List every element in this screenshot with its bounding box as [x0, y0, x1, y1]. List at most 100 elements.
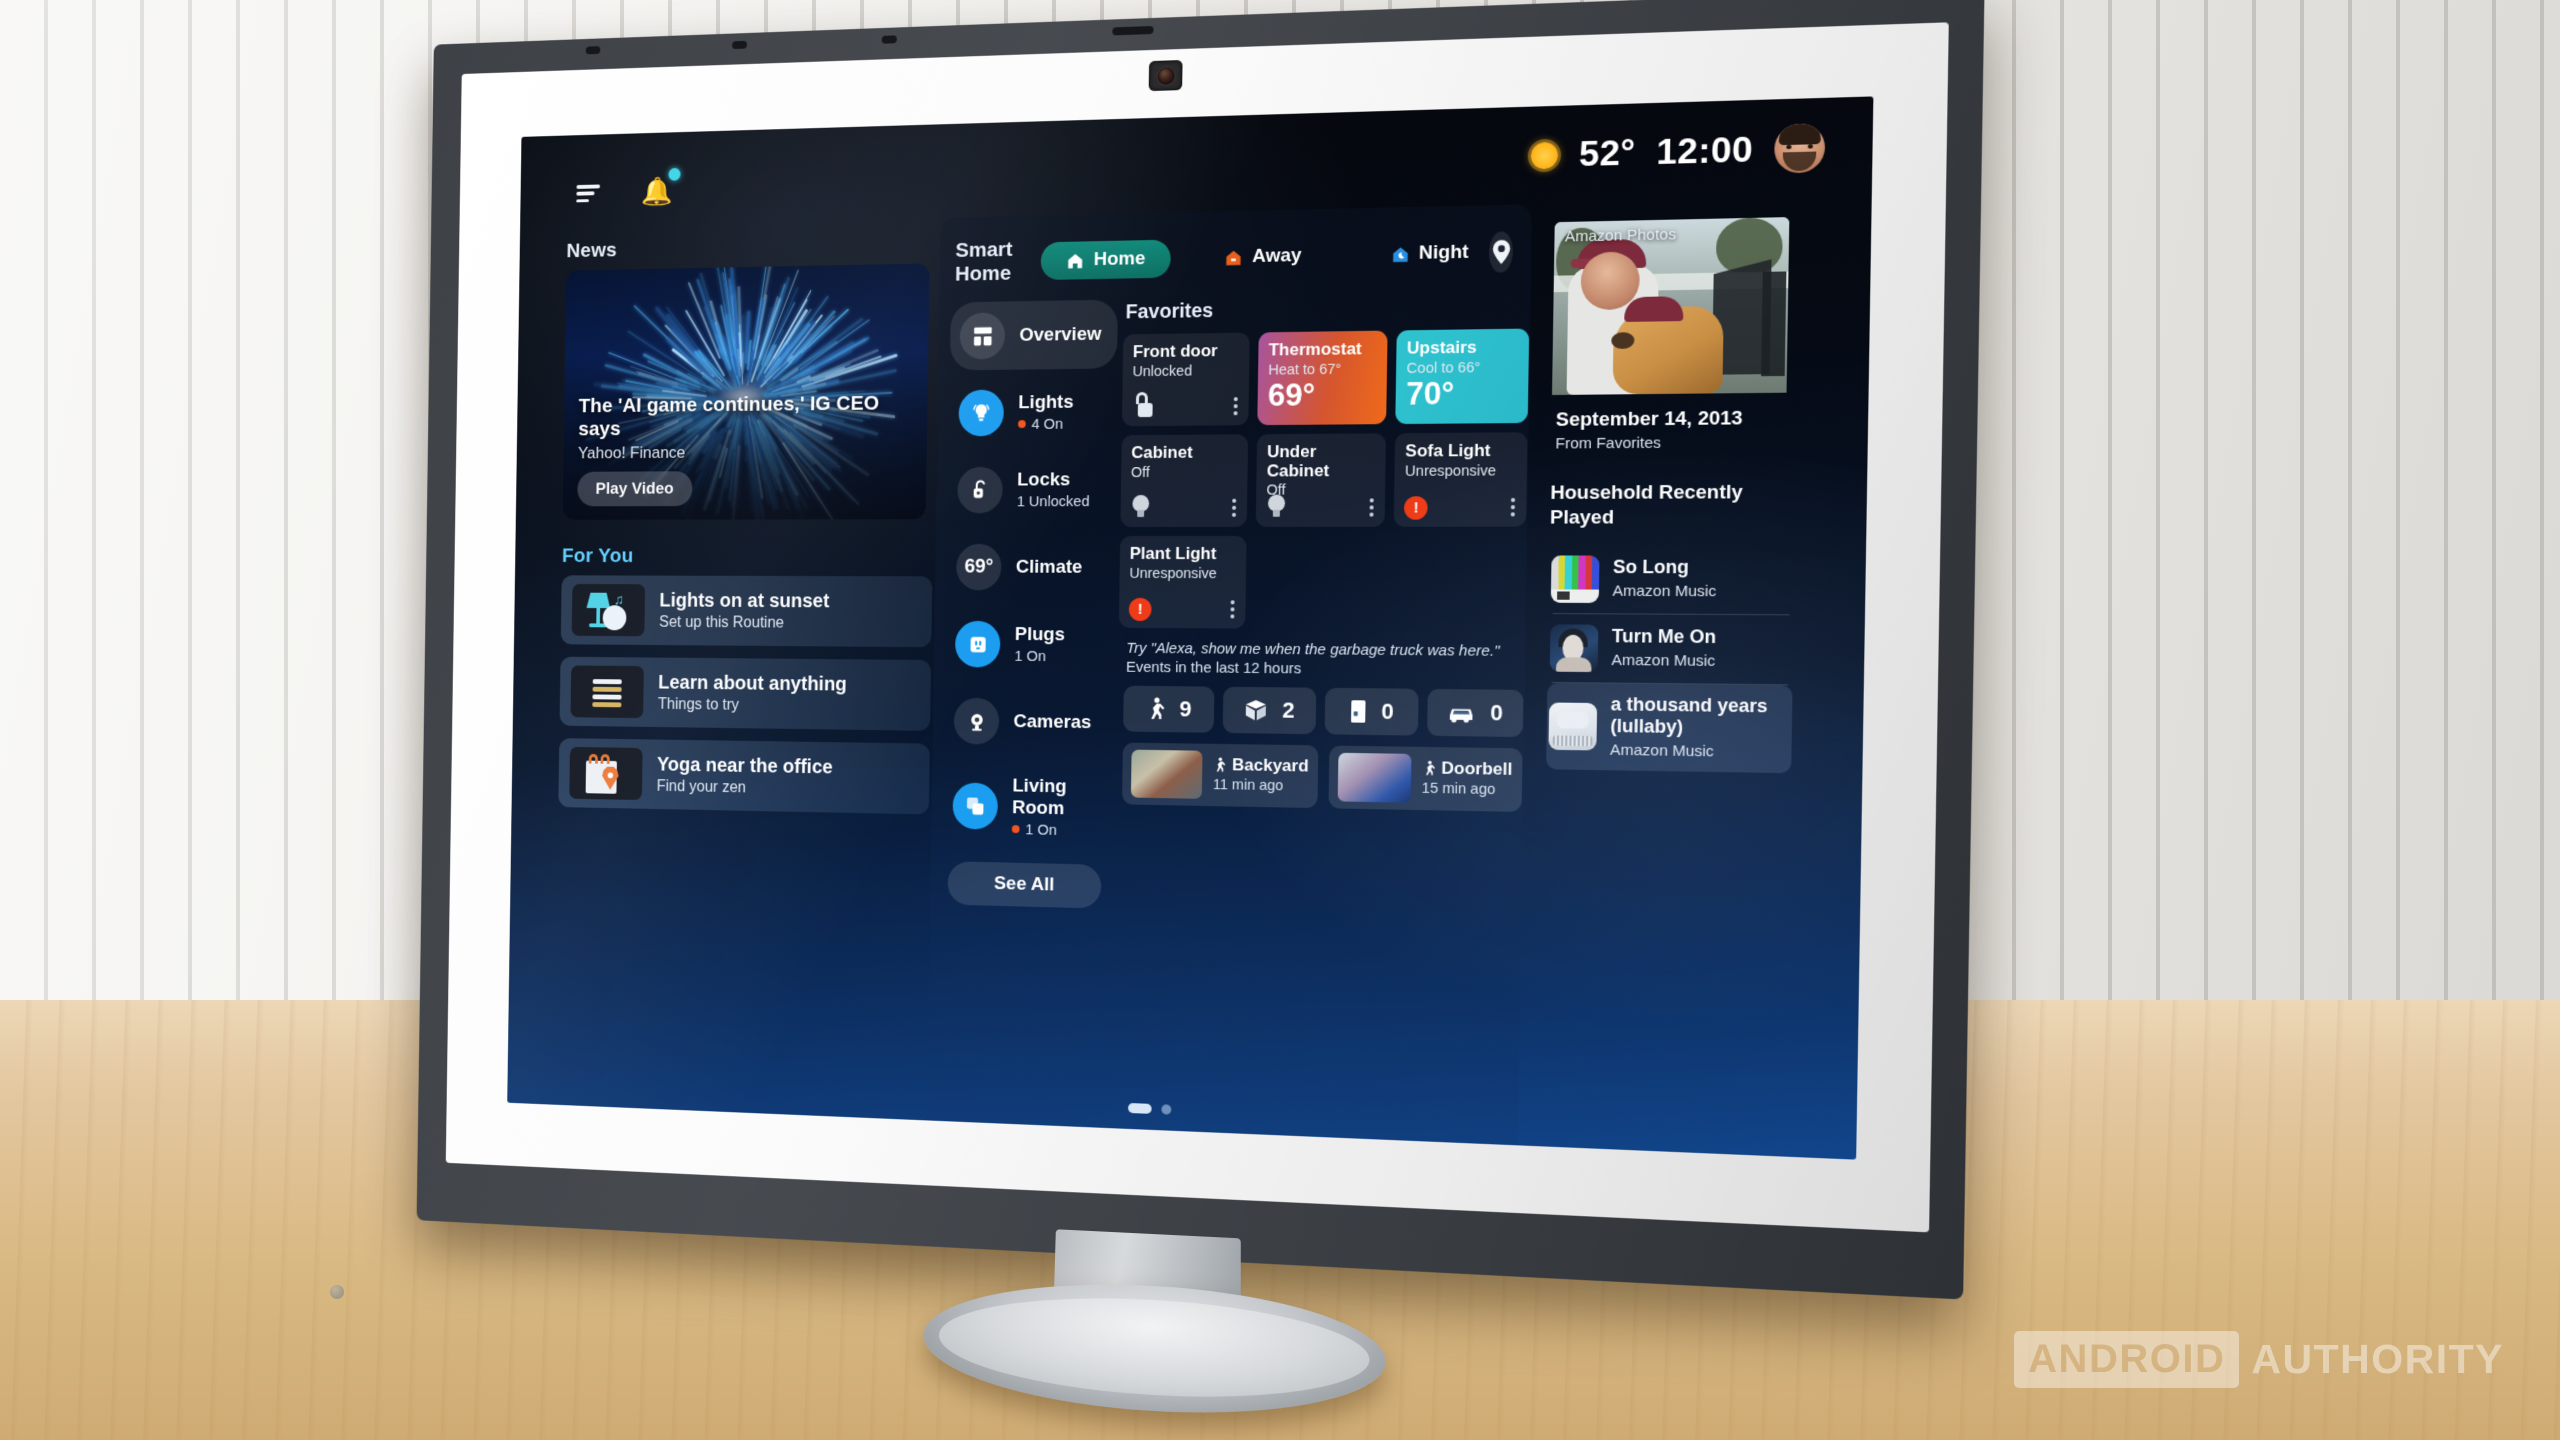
bell-icon[interactable]: 🔔: [636, 169, 679, 214]
list-item[interactable]: Turn Me On Amazon Music: [1547, 614, 1793, 684]
photos-source-label: Amazon Photos: [1565, 226, 1676, 246]
track-title: a thousand years (lullaby): [1610, 693, 1784, 740]
more-options-icon[interactable]: [1510, 498, 1514, 516]
sidebar-item-cameras[interactable]: Cameras: [944, 687, 1112, 758]
play-video-button[interactable]: Play Video: [577, 471, 692, 506]
sidebar-item-climate[interactable]: 69° Climate: [946, 533, 1114, 602]
page-indicator[interactable]: [1128, 1103, 1171, 1115]
event-count: 9: [1179, 696, 1191, 722]
track-title: Turn Me On: [1612, 626, 1717, 649]
mode-night-button[interactable]: Night: [1384, 233, 1475, 274]
list-item[interactable]: ♫ Lights on at sunset Set up this Routin…: [561, 575, 933, 647]
event-count: 2: [1282, 697, 1295, 723]
sidebar-item-label: Lights: [1018, 392, 1073, 413]
package-icon: [1244, 699, 1268, 721]
track-source: Amazon Music: [1610, 741, 1783, 762]
avatar[interactable]: [1774, 123, 1825, 174]
hamburger-menu-icon[interactable]: [567, 171, 609, 216]
album-art-echo-device: [1548, 702, 1597, 750]
sidebar-item-lights[interactable]: Lights 4 On: [949, 377, 1117, 447]
list-item[interactable]: a thousand years (lullaby) Amazon Music: [1546, 682, 1792, 772]
event-chip-door[interactable]: 0: [1324, 687, 1418, 735]
device-card-sofa-light[interactable]: Sofa Light Unresponsive !: [1394, 432, 1527, 527]
list-item-title: Learn about anything: [658, 672, 847, 695]
person-icon: [1146, 696, 1166, 720]
more-options-icon[interactable]: [1231, 600, 1235, 618]
camera-icon: [954, 698, 1000, 745]
favorites-area: Favorites Front door Unlocked Thermostat: [1109, 292, 1540, 920]
clip-name: Backyard: [1213, 755, 1309, 777]
sidebar-item-locks[interactable]: Locks 1 Unlocked: [947, 455, 1115, 524]
device-card-thermostat[interactable]: Thermostat Heat to 67° 69°: [1257, 331, 1387, 426]
for-you-section: For You ♫ Lights on at sunset Set up thi…: [558, 545, 933, 815]
shopping-bag-pin-icon: [569, 747, 642, 800]
list-item[interactable]: Learn about anything Things to try: [560, 657, 932, 731]
news-source: Yahoo! Finance: [578, 442, 914, 464]
photo-date: September 14, 2013: [1556, 407, 1785, 432]
more-options-icon[interactable]: [1232, 499, 1236, 517]
events-label: Events in the last 12 hours: [1126, 658, 1302, 677]
event-chip-car[interactable]: 0: [1427, 688, 1523, 736]
page-title: Smart Home: [955, 238, 1028, 287]
sidebar-item-label: Cameras: [1013, 711, 1091, 733]
page-dot-active[interactable]: [1128, 1103, 1152, 1114]
device-card-cabinet[interactable]: Cabinet Off: [1120, 434, 1248, 527]
wall-screw: [330, 1285, 344, 1299]
page-dot[interactable]: [1161, 1104, 1171, 1114]
camera-clip-doorbell[interactable]: Doorbell 15 min ago: [1328, 745, 1522, 811]
location-pin-icon[interactable]: [1489, 231, 1513, 272]
device-card-status: Cool to 66°: [1407, 359, 1518, 377]
device-card-name: Plant Light: [1130, 545, 1237, 564]
event-chip-person[interactable]: 9: [1123, 685, 1215, 732]
door-icon: [1349, 699, 1368, 724]
event-chip-package[interactable]: 2: [1223, 686, 1316, 733]
sidebar-item-plugs[interactable]: Plugs 1 On: [945, 610, 1113, 680]
clip-name: Doorbell: [1422, 758, 1513, 780]
list-item[interactable]: So Long Amazon Music: [1549, 545, 1795, 614]
android-authority-watermark: ANDROID AUTHORITY: [2014, 1331, 2504, 1388]
device-card-status: Heat to 67°: [1268, 361, 1377, 378]
list-item[interactable]: Yoga near the office Find your zen: [558, 738, 930, 814]
device-card-upstairs[interactable]: Upstairs Cool to 66° 70°: [1396, 329, 1529, 425]
list-item-subtitle: Set up this Routine: [659, 614, 829, 633]
clip-thumbnail: [1337, 752, 1411, 802]
event-count: 0: [1381, 698, 1394, 725]
device-card-front-door[interactable]: Front door Unlocked: [1122, 333, 1250, 427]
device-card-name: Upstairs: [1407, 338, 1518, 359]
album-art-woman-portrait: [1550, 624, 1599, 672]
right-column: Amazon Photos September 14, 2013 From Fa…: [1517, 196, 1871, 1159]
camera-clip-backyard[interactable]: Backyard 11 min ago: [1122, 742, 1318, 808]
event-chip-row: 9 2 0 0: [1117, 685, 1523, 736]
sidebar-item-status: 4 On: [1031, 416, 1063, 433]
event-count: 0: [1490, 699, 1503, 726]
dashboard-icon: [960, 312, 1006, 359]
news-card[interactable]: The 'AI game continues,' IG CEO says Yah…: [563, 263, 930, 519]
alexa-hint: Try "Alexa, show me when the garbage tru…: [1118, 640, 1524, 681]
more-options-icon[interactable]: [1370, 498, 1374, 516]
mode-home-button[interactable]: Home: [1041, 240, 1171, 280]
sidebar-item-overview[interactable]: Overview: [950, 300, 1118, 371]
news-headline: The 'AI game continues,' IG CEO says: [578, 391, 914, 441]
front-camera-icon: [1149, 60, 1183, 91]
clip-thumbnail: [1131, 749, 1203, 798]
temperature-label: 52°: [1579, 132, 1636, 175]
mode-away-button[interactable]: Away: [1218, 237, 1308, 277]
alexa-hint-text: Try "Alexa, show me when the garbage tru…: [1126, 640, 1500, 660]
device-card-plant-light[interactable]: Plant Light Unresponsive !: [1119, 536, 1247, 629]
person-icon: [1422, 760, 1436, 777]
clip-time: 15 min ago: [1422, 781, 1496, 799]
list-item-subtitle: Find your zen: [657, 778, 833, 799]
device-card-under-cabinet[interactable]: Under Cabinet Off: [1256, 433, 1386, 527]
house-arrow-icon: [1224, 248, 1243, 267]
amazon-photos-card[interactable]: Amazon Photos September 14, 2013 From Fa…: [1551, 217, 1789, 453]
bulb-icon: [958, 390, 1004, 437]
news-section-label: News: [566, 232, 929, 263]
car-icon: [1447, 702, 1476, 723]
error-icon: !: [1129, 598, 1152, 621]
sidebar-item-living-room[interactable]: Living Room 1 On: [943, 764, 1111, 851]
track-title: So Long: [1613, 557, 1717, 580]
for-you-label: For You: [562, 545, 933, 569]
camera-clip-row: Backyard 11 min ago Doorbell 15 min ago: [1116, 742, 1522, 812]
see-all-button[interactable]: See All: [947, 861, 1101, 908]
more-options-icon[interactable]: [1234, 397, 1238, 415]
